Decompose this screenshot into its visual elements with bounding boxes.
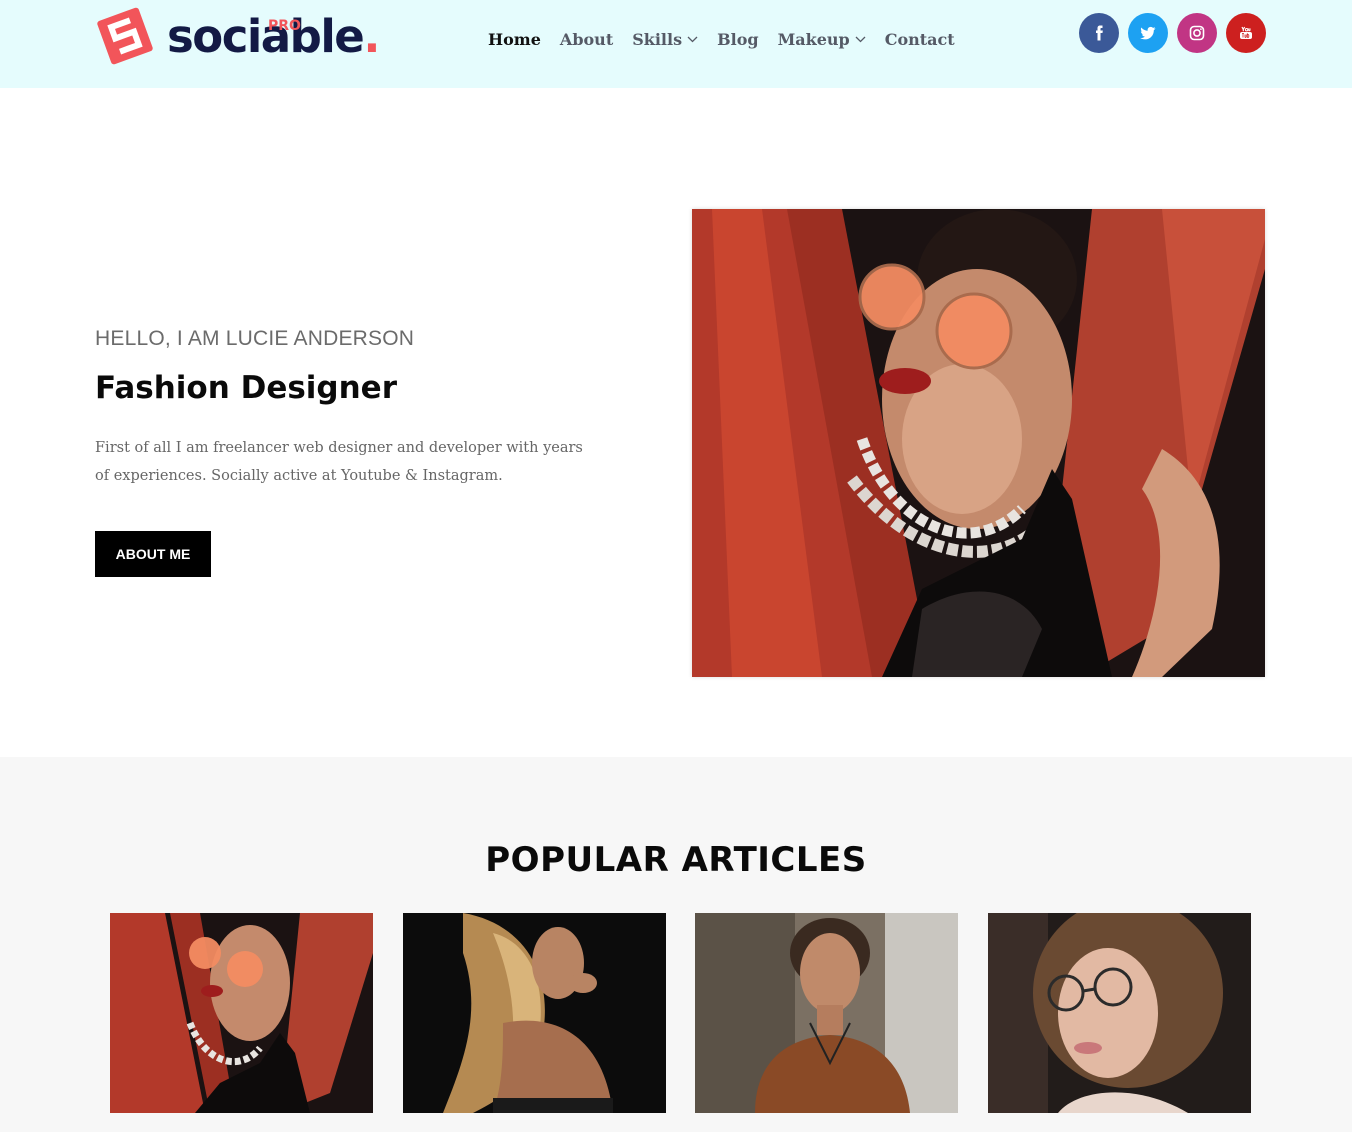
site-logo[interactable]: sociable. xyxy=(95,4,380,68)
nav-item-makeup[interactable]: Makeup xyxy=(778,30,866,49)
about-me-button[interactable]: ABOUT ME xyxy=(95,531,211,577)
hero-greeting: HELLO, I AM LUCIE ANDERSON xyxy=(95,327,415,350)
hero-title: Fashion Designer xyxy=(95,370,397,406)
article-image xyxy=(695,913,958,1113)
nav-item-home[interactable]: Home xyxy=(488,30,541,49)
youtube-link[interactable] xyxy=(1226,13,1266,53)
nav-item-label: Skills xyxy=(632,30,683,49)
instagram-icon xyxy=(1189,25,1205,41)
nav-item-skills[interactable]: Skills xyxy=(632,30,698,49)
twitter-link[interactable] xyxy=(1128,13,1168,53)
logo-mark-icon xyxy=(97,7,153,65)
hero-portrait-image xyxy=(692,209,1265,677)
article-image xyxy=(988,913,1251,1113)
nav-item-blog[interactable]: Blog xyxy=(717,30,758,49)
youtube-icon xyxy=(1240,26,1252,39)
instagram-link[interactable] xyxy=(1177,13,1217,53)
nav-item-contact[interactable]: Contact xyxy=(885,30,955,49)
article-image xyxy=(403,913,666,1113)
chevron-down-icon xyxy=(687,36,698,43)
article-thumbnail-4[interactable] xyxy=(988,913,1251,1113)
article-thumbnail-3[interactable] xyxy=(695,913,958,1113)
nav-item-label: Contact xyxy=(884,30,955,49)
hero-description: First of all I am freelancer web designe… xyxy=(95,440,583,484)
facebook-link[interactable] xyxy=(1079,13,1119,53)
nav-item-label: Blog xyxy=(717,30,759,49)
nav-item-label: Makeup xyxy=(777,30,850,49)
popular-articles-section: POPULAR ARTICLES xyxy=(0,757,1352,1132)
chevron-down-icon xyxy=(855,36,866,43)
twitter-icon xyxy=(1140,26,1156,40)
main-nav: Home About Skills Blog Makeup Contact xyxy=(488,30,974,49)
article-thumbnail-2[interactable] xyxy=(403,913,666,1113)
social-links xyxy=(1079,13,1275,53)
section-title: POPULAR ARTICLES xyxy=(485,840,867,880)
nav-item-label: About xyxy=(559,30,614,49)
site-header: sociable. PRO Home About Skills Blog Mak… xyxy=(0,0,1352,88)
nav-item-about[interactable]: About xyxy=(560,30,613,49)
facebook-icon xyxy=(1096,25,1103,41)
article-thumbnail-1[interactable] xyxy=(110,913,373,1113)
logo-pro-badge: PRO xyxy=(268,18,301,34)
nav-item-label: Home xyxy=(488,30,541,49)
article-image xyxy=(110,913,373,1113)
portrait-photo xyxy=(692,209,1265,677)
